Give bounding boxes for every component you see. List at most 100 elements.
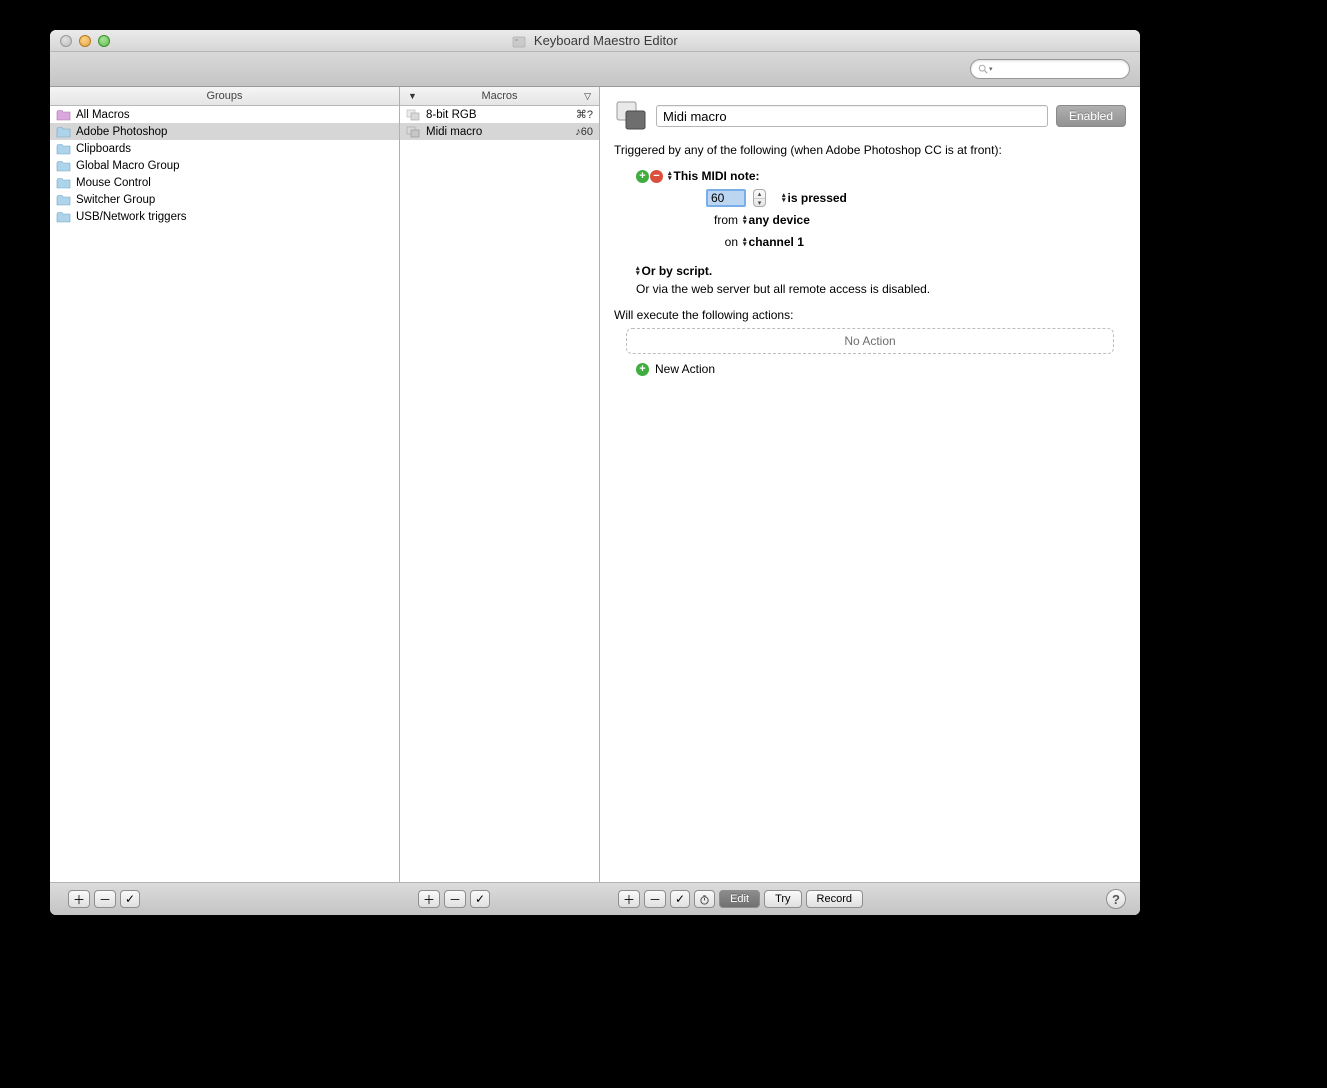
main-columns: Groups All Macros Adobe Photoshop <box>50 87 1140 883</box>
midi-note-input[interactable] <box>706 189 746 207</box>
enable-group-button[interactable]: ✓ <box>120 890 140 908</box>
record-button[interactable]: Record <box>806 890 863 908</box>
macros-header-label: Macros <box>481 90 517 102</box>
group-item-global-macro-group[interactable]: Global Macro Group <box>50 157 399 174</box>
trigger-line-note: ▴ ▾ ▴▾ is pressed <box>636 187 1126 209</box>
folder-icon <box>56 177 71 189</box>
chevron-updown-icon: ▴▾ <box>782 193 786 203</box>
group-item-adobe-photoshop[interactable]: Adobe Photoshop <box>50 123 399 140</box>
trigger-type-popup[interactable]: ▴▾ This MIDI note: <box>668 169 760 183</box>
or-by-script-line: ▴▾ Or by script. <box>614 259 1126 278</box>
add-group-button[interactable]: ＋ <box>68 890 90 908</box>
midi-note-stepper[interactable]: ▴ ▾ <box>753 189 766 207</box>
macro-item-midi-macro[interactable]: Midi macro ♪60 <box>400 123 599 140</box>
remove-action-footer-button[interactable]: － <box>644 890 666 908</box>
folder-icon <box>56 126 71 138</box>
macro-label: 8-bit RGB <box>426 109 477 121</box>
search-icon <box>978 64 988 74</box>
midi-action-label: is pressed <box>788 191 847 205</box>
remove-trigger-button[interactable]: − <box>650 170 663 183</box>
timer-button[interactable] <box>694 890 715 908</box>
group-label: Clipboards <box>76 143 131 155</box>
macros-list[interactable]: 8-bit RGB ⌘? Midi macro ♪60 <box>400 106 599 882</box>
no-action-placeholder[interactable]: No Action <box>626 328 1114 354</box>
group-item-mouse-control[interactable]: Mouse Control <box>50 174 399 191</box>
add-action-button[interactable]: + <box>636 363 649 376</box>
new-action-row[interactable]: + New Action <box>614 362 1126 376</box>
macro-label: Midi macro <box>426 126 482 138</box>
remove-group-button[interactable]: － <box>94 890 116 908</box>
macro-icon <box>406 108 421 121</box>
will-execute-label: Will execute the following actions: <box>614 308 1126 322</box>
script-trigger-popup[interactable]: ▴▾ Or by script. <box>636 264 712 278</box>
trigger-line-from: from ▴▾ any device <box>636 209 1126 231</box>
footer-macros-controls: ＋ － ✓ <box>400 890 600 908</box>
group-label: Global Macro Group <box>76 160 180 172</box>
detail-column: Enabled Triggered by any of the followin… <box>600 87 1140 882</box>
chevron-updown-icon: ▴▾ <box>743 215 747 225</box>
chevron-updown-icon: ▴▾ <box>743 237 747 247</box>
midi-channel-label: channel 1 <box>749 235 804 249</box>
enabled-button[interactable]: Enabled <box>1056 105 1126 127</box>
footer-bar: ＋ － ✓ ＋ － ✓ ＋ － ✓ Edit Try Record ? <box>50 883 1140 915</box>
from-label: from <box>706 213 738 227</box>
group-item-clipboards[interactable]: Clipboards <box>50 140 399 157</box>
search-field[interactable]: ▾ <box>970 59 1130 79</box>
midi-channel-popup[interactable]: ▴▾ channel 1 <box>743 235 804 249</box>
try-button[interactable]: Try <box>764 890 801 908</box>
groups-header: Groups <box>50 87 399 106</box>
stepper-down-icon[interactable]: ▾ <box>754 199 765 207</box>
detail-header-row: Enabled <box>614 99 1126 133</box>
add-action-footer-button[interactable]: ＋ <box>618 890 640 908</box>
no-action-label: No Action <box>844 334 895 348</box>
macro-icon <box>406 125 421 138</box>
footer-detail-controls: ＋ － ✓ Edit Try Record ? <box>600 889 1140 909</box>
chevron-updown-icon: ▴▾ <box>668 171 672 181</box>
folder-icon <box>56 109 71 121</box>
toolbar: ▾ <box>50 52 1140 87</box>
group-item-usb-network-triggers[interactable]: USB/Network triggers <box>50 208 399 225</box>
group-item-switcher-group[interactable]: Switcher Group <box>50 191 399 208</box>
triggered-by-label: Triggered by any of the following (when … <box>614 143 1126 157</box>
app-window: Keyboard Maestro Editor ▾ Groups All Mac… <box>50 30 1140 915</box>
group-label: Adobe Photoshop <box>76 126 167 138</box>
enable-action-footer-button[interactable]: ✓ <box>670 890 690 908</box>
group-label: USB/Network triggers <box>76 211 187 223</box>
macro-shortcut: ⌘? <box>576 108 593 121</box>
sort-desc-icon[interactable]: ▽ <box>584 91 591 102</box>
add-macro-button[interactable]: ＋ <box>418 890 440 908</box>
groups-column: Groups All Macros Adobe Photoshop <box>50 87 400 882</box>
webserver-line: Or via the web server but all remote acc… <box>614 282 1126 296</box>
group-item-all-macros[interactable]: All Macros <box>50 106 399 123</box>
window-title-text: Keyboard Maestro Editor <box>534 33 678 48</box>
folder-icon <box>56 211 71 223</box>
stepper-up-icon[interactable]: ▴ <box>754 190 765 199</box>
window-title: Keyboard Maestro Editor <box>50 33 1140 48</box>
midi-device-label: any device <box>749 213 810 227</box>
search-dropdown-icon[interactable]: ▾ <box>989 65 993 73</box>
sort-asc-icon[interactable]: ▼ <box>408 91 417 101</box>
add-trigger-button[interactable]: + <box>636 170 649 183</box>
new-action-label: New Action <box>655 362 715 376</box>
macro-item-8bit-rgb[interactable]: 8-bit RGB ⌘? <box>400 106 599 123</box>
trigger-block: + − ▴▾ This MIDI note: ▴ ▾ <box>614 165 1126 253</box>
midi-action-popup[interactable]: ▴▾ is pressed <box>782 191 847 205</box>
edit-button[interactable]: Edit <box>719 890 760 908</box>
chevron-updown-icon: ▴▾ <box>636 266 640 276</box>
folder-icon <box>56 143 71 155</box>
groups-list[interactable]: All Macros Adobe Photoshop Clipboards Gl… <box>50 106 399 882</box>
macro-name-input[interactable] <box>656 105 1048 127</box>
trigger-line-on: on ▴▾ channel 1 <box>636 231 1126 253</box>
folder-icon <box>56 194 71 206</box>
detail-body: Enabled Triggered by any of the followin… <box>600 87 1140 388</box>
help-button[interactable]: ? <box>1106 889 1126 909</box>
group-label: Switcher Group <box>76 194 155 206</box>
macro-large-icon <box>614 99 648 133</box>
enable-macro-button[interactable]: ✓ <box>470 890 490 908</box>
macros-column: ▼ Macros ▽ 8-bit RGB ⌘? Midi macro <box>400 87 600 882</box>
group-label: All Macros <box>76 109 130 121</box>
midi-device-popup[interactable]: ▴▾ any device <box>743 213 810 227</box>
group-label: Mouse Control <box>76 177 151 189</box>
remove-macro-button[interactable]: － <box>444 890 466 908</box>
groups-header-label: Groups <box>206 90 242 102</box>
